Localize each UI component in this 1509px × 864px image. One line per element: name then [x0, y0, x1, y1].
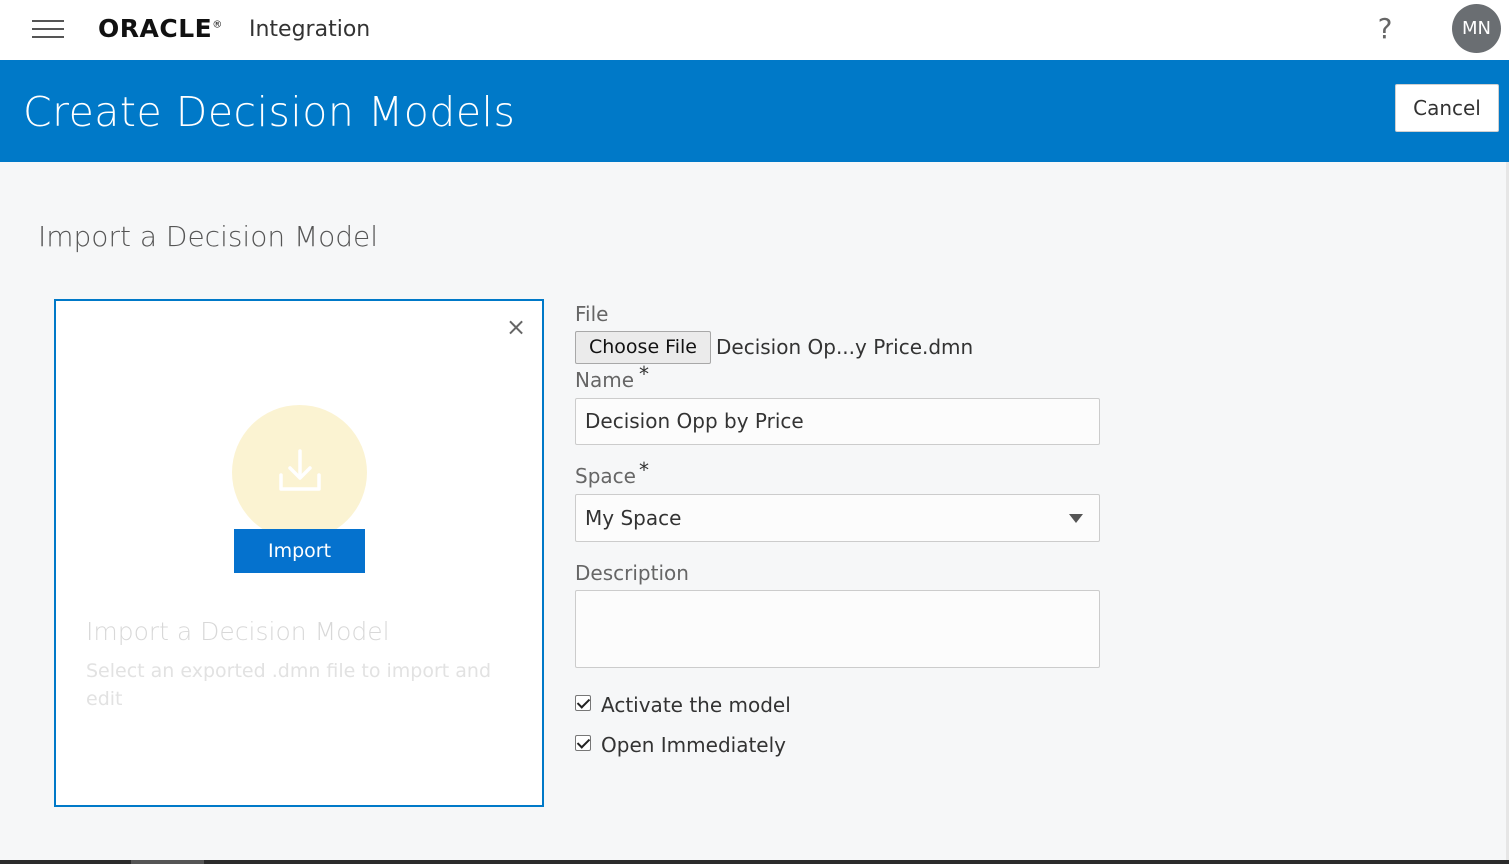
space-label: Space [575, 464, 636, 488]
file-label: File [575, 302, 609, 326]
space-select-value: My Space [585, 506, 682, 530]
selected-file-name: Decision Op...y Price.dmn [716, 335, 974, 359]
description-label: Description [575, 561, 689, 585]
page-header: Create Decision Models Cancel [0, 60, 1509, 162]
name-input[interactable]: Decision Opp by Price [575, 398, 1100, 445]
import-icon-circle [232, 405, 367, 540]
choose-file-button[interactable]: Choose File [575, 331, 711, 364]
section-title: Import a Decision Model [38, 220, 379, 253]
oracle-logo: ORACLE® [98, 14, 223, 43]
card-description: Select an exported .dmn file to import a… [86, 660, 492, 710]
hamburger-menu-icon[interactable] [32, 20, 64, 40]
open-immediately-checkbox[interactable] [575, 735, 591, 751]
import-card: × Import Import a Decision Model Select … [54, 299, 544, 807]
card-heading: Import a Decision Model [86, 617, 390, 646]
cancel-button[interactable]: Cancel [1395, 84, 1499, 132]
space-required-marker: * [639, 458, 649, 482]
download-icon [279, 449, 321, 491]
open-immediately-label[interactable]: Open Immediately [601, 733, 786, 757]
registered-mark: ® [212, 19, 223, 31]
close-icon[interactable]: × [504, 315, 528, 339]
import-button[interactable]: Import [234, 529, 365, 573]
product-name: Integration [249, 17, 371, 42]
description-textarea[interactable] [575, 590, 1100, 668]
oracle-logo-text: ORACLE [98, 14, 213, 43]
user-avatar[interactable]: MN [1452, 4, 1501, 53]
chevron-down-icon [1069, 514, 1083, 523]
activate-model-label[interactable]: Activate the model [601, 693, 791, 717]
top-bar: ORACLE® Integration ? MN [0, 0, 1509, 60]
name-required-marker: * [639, 362, 649, 386]
space-select[interactable]: My Space [575, 494, 1100, 542]
horizontal-scrollbar[interactable] [0, 860, 1509, 864]
page-title: Create Decision Models [23, 88, 516, 136]
name-label: Name [575, 368, 635, 392]
horizontal-scrollbar-thumb[interactable] [131, 860, 204, 864]
help-icon[interactable]: ? [1372, 12, 1398, 46]
activate-model-checkbox[interactable] [575, 695, 591, 711]
